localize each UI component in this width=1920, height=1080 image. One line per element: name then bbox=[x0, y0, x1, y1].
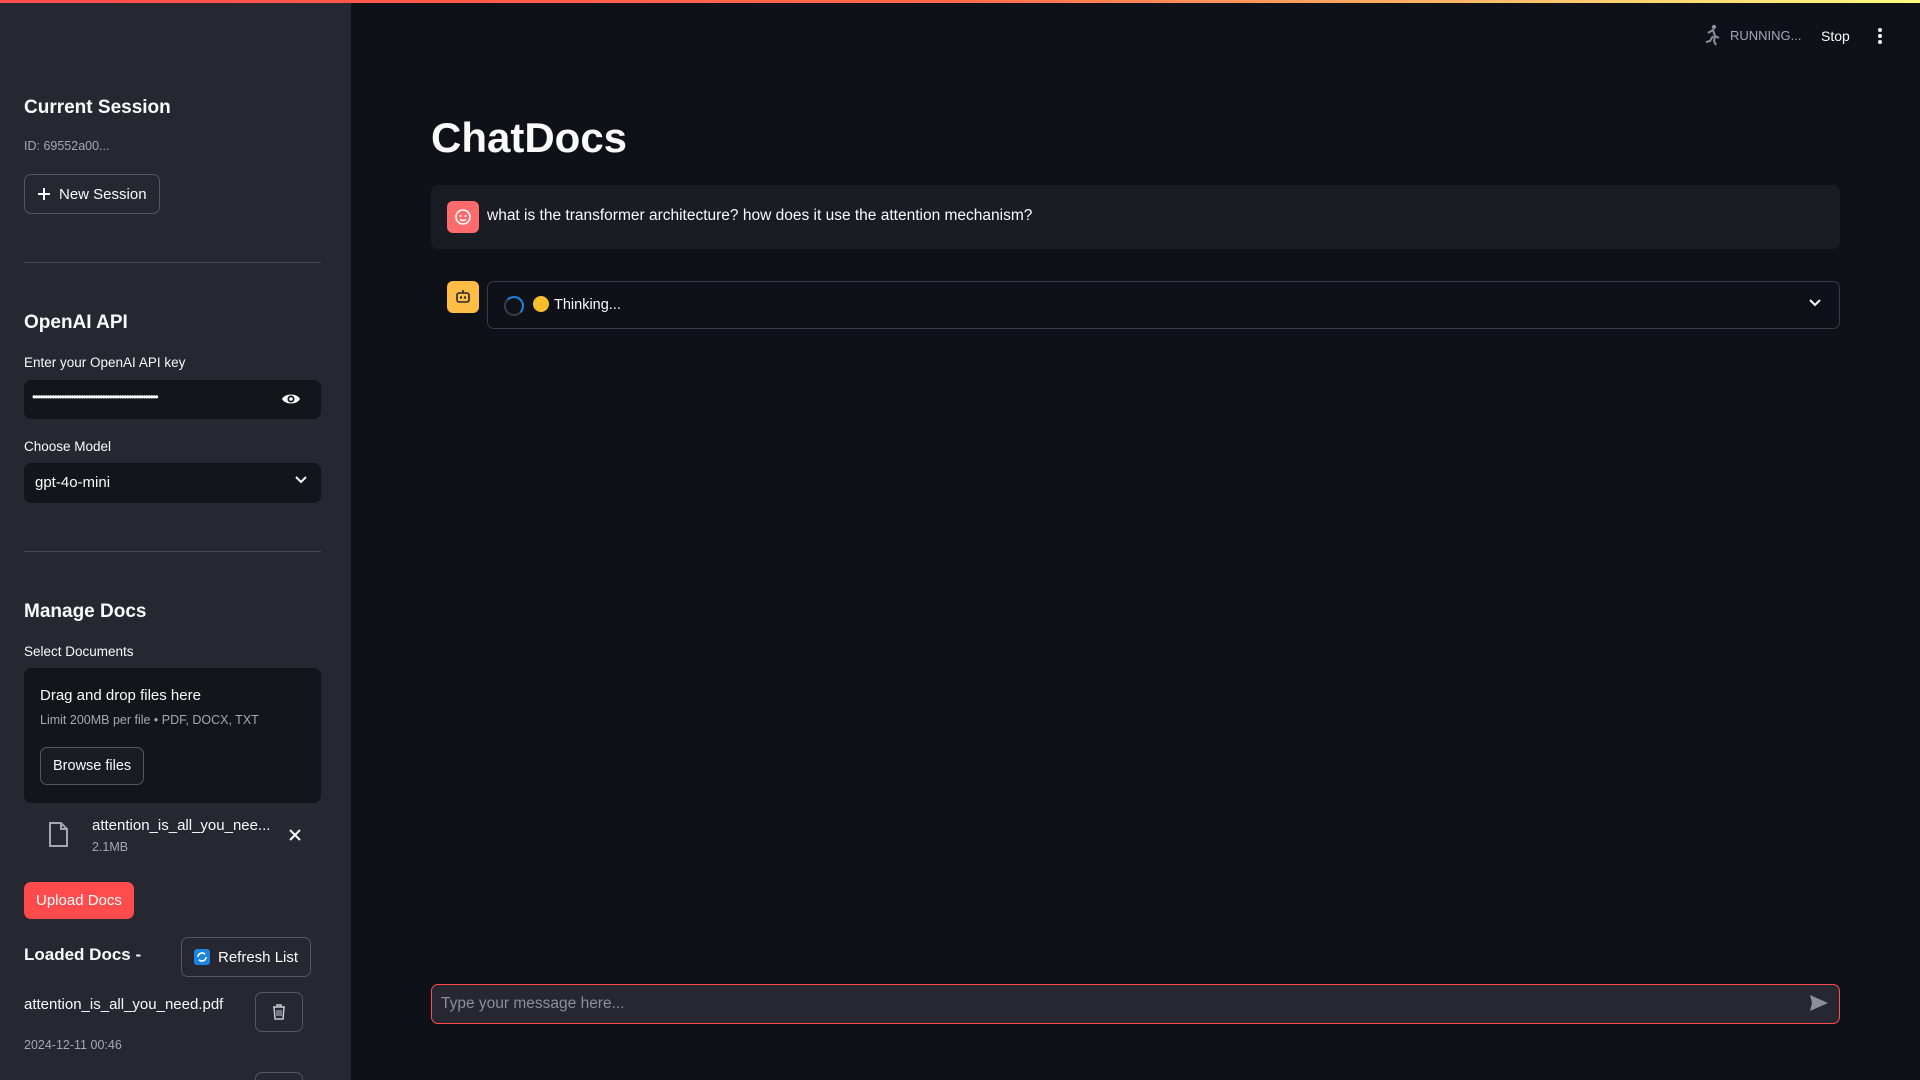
refresh-icon bbox=[194, 949, 210, 965]
plus-icon bbox=[38, 188, 50, 200]
divider bbox=[24, 551, 321, 552]
chevron-down-icon bbox=[1809, 299, 1821, 307]
send-icon[interactable] bbox=[1809, 994, 1829, 1012]
run-status: RUNNING... bbox=[1702, 24, 1802, 46]
page-title: ChatDocs bbox=[431, 114, 628, 161]
status-expander[interactable]: Thinking... bbox=[487, 281, 1840, 329]
status-text: RUNNING... bbox=[1730, 27, 1802, 43]
bot-avatar-icon bbox=[447, 281, 479, 313]
divider bbox=[24, 262, 321, 263]
docs-heading: Manage Docs bbox=[24, 601, 147, 622]
new-session-label: New Session bbox=[59, 185, 147, 203]
api-key-value: ••••••••••••••••••••••••••••••••••••••••… bbox=[32, 390, 159, 404]
spinner-icon bbox=[504, 296, 524, 316]
chat-input-box bbox=[431, 984, 1840, 1024]
session-heading: Current Session bbox=[24, 97, 171, 118]
kebab-icon[interactable] bbox=[1874, 26, 1886, 46]
file-icon bbox=[49, 822, 68, 847]
delete-doc-button[interactable] bbox=[255, 1072, 303, 1080]
new-session-button[interactable]: New Session bbox=[24, 174, 160, 214]
status-label: Thinking... bbox=[554, 297, 621, 313]
select-docs-label: Select Documents bbox=[24, 644, 134, 659]
openai-heading: OpenAI API bbox=[24, 312, 128, 333]
running-icon bbox=[1705, 24, 1720, 46]
refresh-label: Refresh List bbox=[218, 948, 299, 966]
session-id: ID: 69552a00... bbox=[24, 139, 110, 153]
trash-icon bbox=[273, 1004, 285, 1020]
top-decoration-bar bbox=[0, 0, 1920, 3]
dropzone-limit: Limit 200MB per file • PDF, DOCX, TXT bbox=[40, 713, 259, 727]
model-value: gpt-4o-mini bbox=[35, 474, 111, 491]
user-avatar-icon bbox=[447, 201, 479, 233]
user-message-text: what is the transformer architecture? ho… bbox=[487, 207, 1033, 224]
eye-icon[interactable] bbox=[281, 392, 301, 406]
model-select[interactable]: gpt-4o-mini bbox=[24, 463, 321, 503]
uploaded-file-row: attention_is_all_you_nee... 2.1MB bbox=[24, 812, 321, 860]
browse-files-button[interactable]: Browse files bbox=[40, 747, 145, 785]
file-dropzone[interactable]: Drag and drop files here Limit 200MB per… bbox=[24, 668, 321, 803]
chevron-down-icon bbox=[295, 476, 307, 484]
uploaded-file-size: 2.1MB bbox=[92, 840, 129, 854]
chat-input[interactable] bbox=[432, 985, 1782, 1023]
loaded-doc-date: 2024-12-11 00:46 bbox=[24, 1038, 122, 1052]
upload-docs-button[interactable]: Upload Docs bbox=[24, 882, 134, 919]
delete-doc-button[interactable] bbox=[255, 992, 303, 1032]
user-message: what is the transformer architecture? ho… bbox=[431, 185, 1840, 249]
close-icon[interactable] bbox=[289, 829, 301, 841]
api-key-input[interactable]: ••••••••••••••••••••••••••••••••••••••••… bbox=[24, 380, 321, 419]
thinking-face-icon bbox=[533, 296, 549, 312]
refresh-list-button[interactable]: Refresh List bbox=[181, 937, 312, 977]
uploaded-file-name: attention_is_all_you_nee... bbox=[92, 817, 271, 834]
stop-button[interactable]: Stop bbox=[1821, 28, 1850, 44]
api-key-label: Enter your OpenAI API key bbox=[24, 355, 186, 370]
model-label: Choose Model bbox=[24, 439, 112, 454]
loaded-doc-name: attention_is_all_you_need.pdf bbox=[24, 996, 224, 1013]
dropzone-title: Drag and drop files here bbox=[40, 687, 201, 704]
sidebar: Current Session ID: 69552a00... New Sess… bbox=[0, 0, 351, 1080]
loaded-docs-heading: Loaded Docs - bbox=[24, 945, 142, 964]
